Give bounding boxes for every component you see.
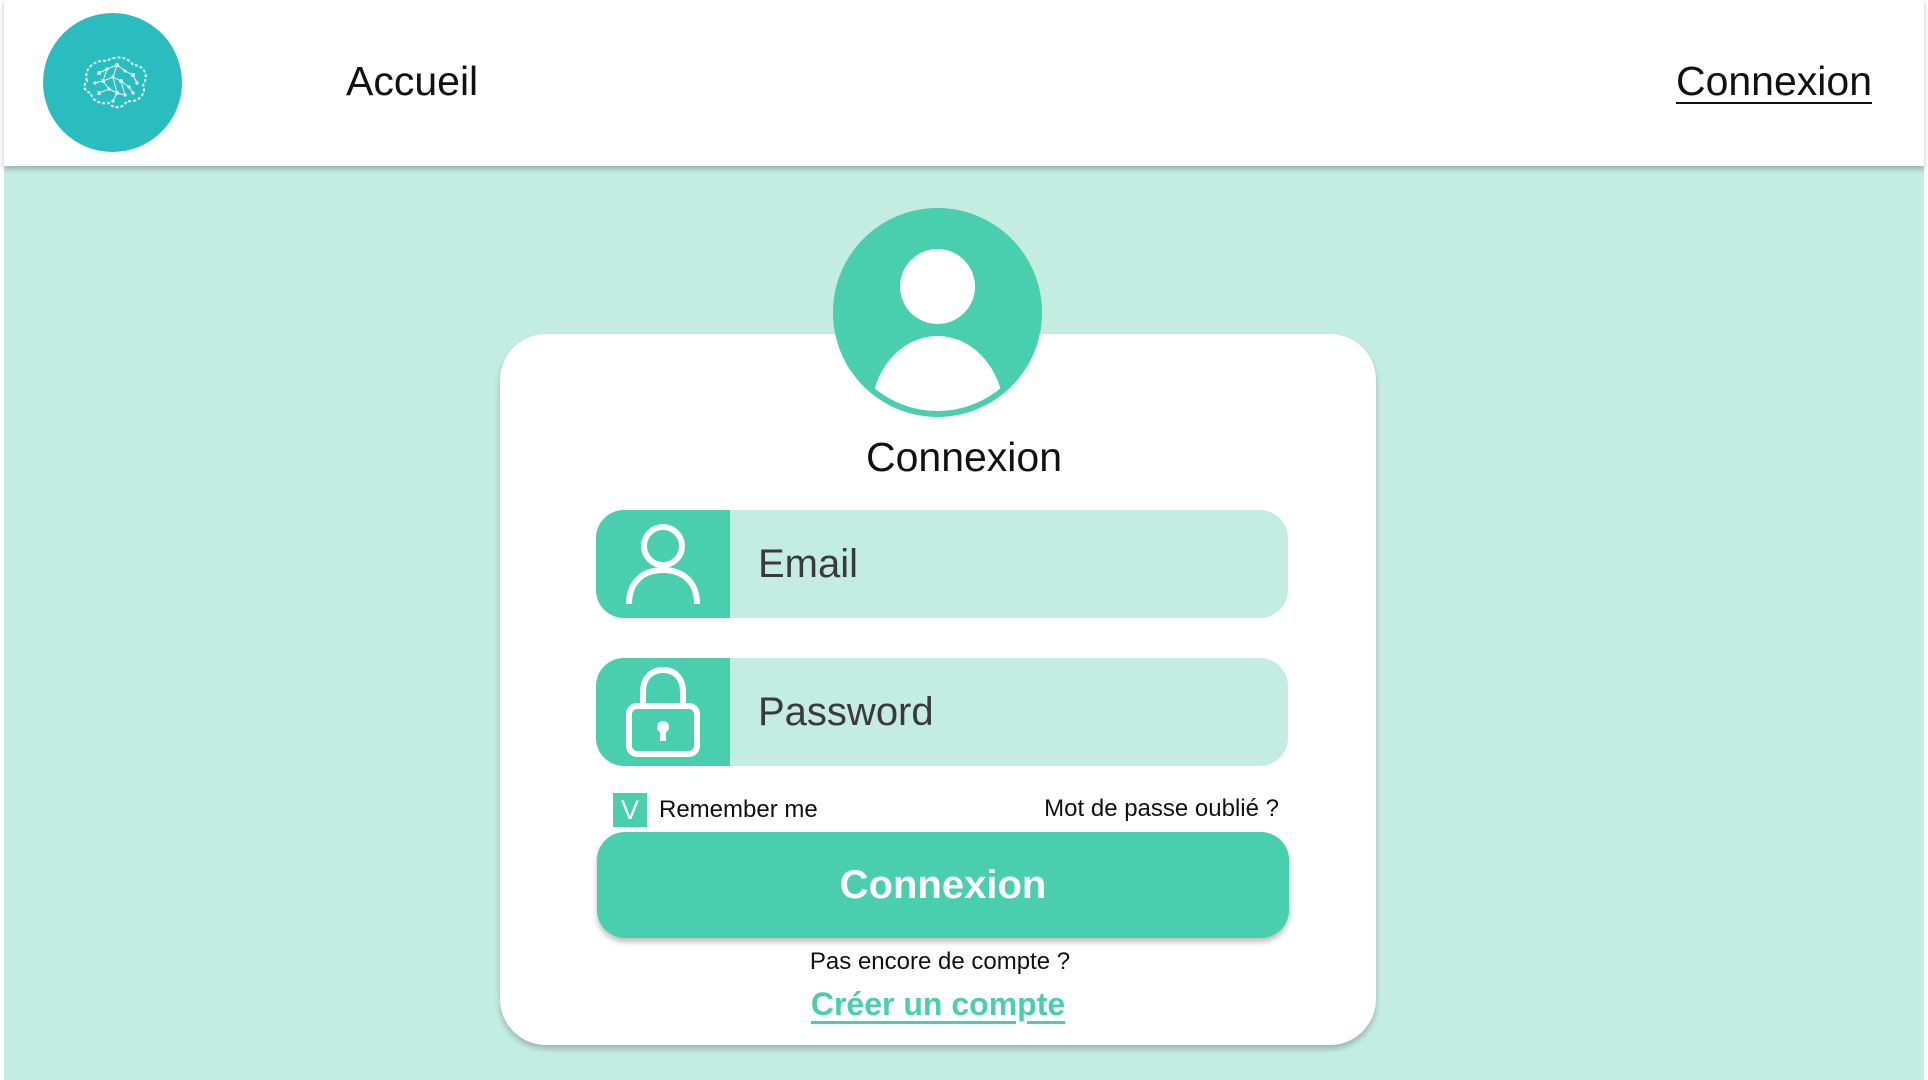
login-submit-button[interactable]: Connexion [597,832,1289,938]
logo[interactable] [43,13,182,152]
remember-me-checkbox[interactable]: V [613,793,647,827]
user-avatar-icon [833,208,1042,417]
top-navbar: Accueil Connexion [4,0,1924,166]
user-outline-icon [626,524,700,605]
nav-login-link[interactable]: Connexion [1676,58,1872,105]
login-title: Connexion [865,434,1063,480]
email-icon-box [596,510,730,618]
lock-icon [626,666,700,757]
forgot-password-link[interactable]: Mot de passe oublié ? [1031,795,1279,823]
no-account-text: Pas encore de compte ? [809,948,1071,975]
page-background: Accueil Connexion Connexion V [4,0,1924,1080]
password-field-group [596,658,1288,766]
email-input[interactable] [730,510,1288,618]
create-account-link[interactable]: Créer un compte [4,986,1872,1023]
remember-me-label: Remember me [659,796,818,823]
remember-me[interactable]: V Remember me [613,793,818,827]
email-field-group [596,510,1288,618]
brain-icon [82,56,147,108]
nav-home-link[interactable]: Accueil [346,58,478,105]
password-input[interactable] [730,658,1288,766]
password-icon-box [596,658,730,766]
